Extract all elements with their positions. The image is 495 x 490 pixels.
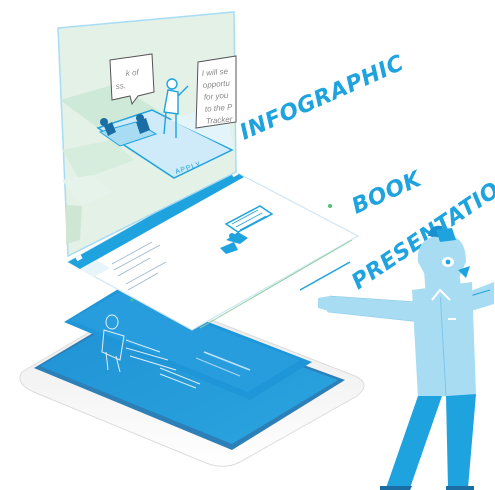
speech-left-line1: k of — [125, 68, 139, 78]
speech-bubble-right: I will se opportu for you to the P Track… — [195, 55, 237, 129]
illustration-canvas: Project Tracker — [19, 11, 495, 490]
label-book: BOOK — [348, 166, 426, 219]
speech-left-line2: ss. — [115, 81, 126, 91]
label-infographic: INFOGRAPHIC — [236, 51, 408, 146]
